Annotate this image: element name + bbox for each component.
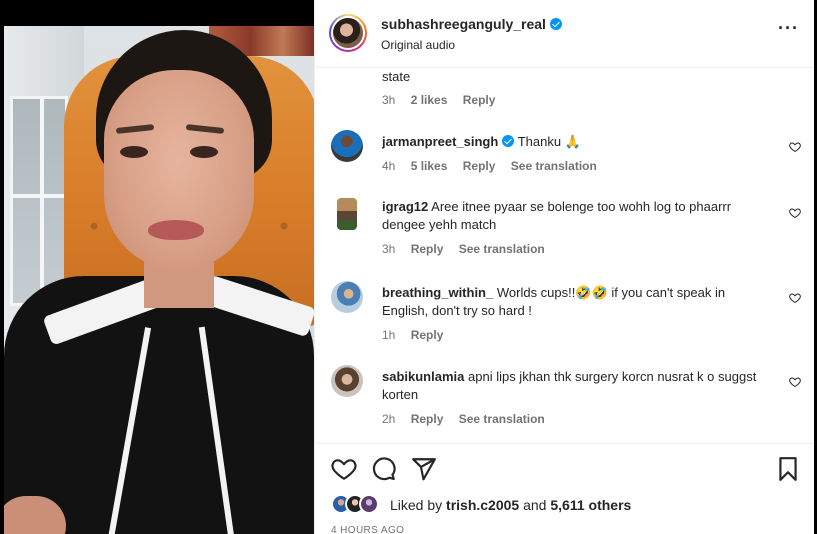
post-side-panel: subhashreeganguly_real Original audio ··… bbox=[314, 0, 815, 534]
post-timestamp[interactable]: 4 HOURS AGO bbox=[331, 525, 404, 534]
comment-time: 4h bbox=[382, 159, 396, 173]
liked-by-user-link[interactable]: trish.c2005 bbox=[446, 497, 519, 513]
comment-time: 3h bbox=[382, 242, 396, 256]
commenter-username[interactable]: sabikunlamia bbox=[382, 369, 464, 384]
post-actions-bar bbox=[315, 443, 815, 493]
video-background-window bbox=[10, 96, 68, 306]
comment-text: igrag12 Aree itnee pyaar se bolenge too … bbox=[382, 198, 757, 234]
comment-body: Aree itnee pyaar se bolenge too wohh log… bbox=[382, 199, 732, 232]
author-avatar-image bbox=[331, 16, 365, 50]
author-username-text[interactable]: subhashreeganguly_real bbox=[381, 16, 546, 32]
author-avatar[interactable] bbox=[329, 14, 367, 52]
author-username[interactable]: subhashreeganguly_real bbox=[381, 16, 562, 32]
comment-like-heart-icon[interactable] bbox=[789, 207, 801, 219]
comment-text: breathing_within_ Worlds cups!!🤣🤣 if you… bbox=[382, 284, 757, 320]
likes-summary: Liked by trish.c2005 and 5,611 others bbox=[331, 494, 801, 516]
video-person-eye bbox=[120, 146, 148, 158]
share-icon[interactable] bbox=[411, 456, 437, 482]
commenter-username[interactable]: jarmanpreet_singh bbox=[382, 134, 498, 149]
comment-body: Thanku 🙏 bbox=[517, 134, 581, 149]
video-person-face bbox=[104, 70, 254, 270]
commenter-avatar[interactable] bbox=[331, 281, 363, 313]
post-header: subhashreeganguly_real Original audio ··… bbox=[315, 0, 815, 68]
comment-likes-count[interactable]: 5 likes bbox=[411, 159, 448, 173]
see-translation-button[interactable]: See translation bbox=[511, 159, 597, 173]
liker-avatar[interactable] bbox=[359, 494, 379, 514]
comment-likes-count[interactable]: 2 likes bbox=[411, 93, 448, 107]
comment-meta: 1h Reply bbox=[382, 328, 455, 342]
comment-meta: 4h 5 likes Reply See translation bbox=[382, 159, 609, 173]
commenter-avatar[interactable] bbox=[337, 198, 357, 230]
comment-reply-button[interactable]: Reply bbox=[463, 159, 496, 173]
likes-connector: and bbox=[523, 497, 547, 513]
comment-reply-button[interactable]: Reply bbox=[411, 328, 444, 342]
comment-text: jarmanpreet_singh Thanku 🙏 bbox=[382, 133, 757, 151]
video-person-eye bbox=[190, 146, 218, 158]
comment-text: sabikunlamia apni lips jkhan thk surgery… bbox=[382, 368, 757, 404]
comments-list[interactable]: state 3h 2 likes Reply jarmanpreet_singh… bbox=[315, 68, 815, 443]
comment-meta: 2h Reply See translation bbox=[382, 412, 557, 426]
see-translation-button[interactable]: See translation bbox=[459, 412, 545, 426]
post-media[interactable] bbox=[0, 0, 314, 534]
likes-others-link[interactable]: 5,611 others bbox=[550, 497, 631, 513]
comment-time: 3h bbox=[382, 93, 396, 107]
comment-time: 1h bbox=[382, 328, 396, 342]
comment-like-heart-icon[interactable] bbox=[789, 376, 801, 388]
comment-reply-button[interactable]: Reply bbox=[463, 93, 496, 107]
comment-reply-button[interactable]: Reply bbox=[411, 412, 444, 426]
video-person-lips bbox=[148, 220, 204, 240]
verified-badge-icon bbox=[549, 18, 562, 30]
likes-text: Liked by trish.c2005 and 5,611 others bbox=[390, 497, 631, 513]
audio-label[interactable]: Original audio bbox=[381, 38, 455, 52]
more-options-icon[interactable]: ··· bbox=[778, 19, 799, 37]
comment-text: state bbox=[382, 68, 757, 86]
comment-reply-button[interactable]: Reply bbox=[411, 242, 444, 256]
comment-meta: 3h Reply See translation bbox=[382, 242, 557, 256]
commenter-username[interactable]: igrag12 bbox=[382, 199, 428, 214]
commenter-username[interactable]: breathing_within_ bbox=[382, 285, 493, 300]
comment-time: 2h bbox=[382, 412, 396, 426]
commenter-avatar[interactable] bbox=[331, 365, 363, 397]
comment-like-heart-icon[interactable] bbox=[789, 292, 801, 304]
comment-icon[interactable] bbox=[371, 456, 397, 482]
heart-icon[interactable] bbox=[331, 456, 357, 482]
see-translation-button[interactable]: See translation bbox=[459, 242, 545, 256]
comment-meta: 3h 2 likes Reply bbox=[382, 93, 507, 107]
comment-body: state bbox=[382, 69, 411, 84]
reel-video[interactable] bbox=[4, 26, 314, 534]
verified-badge-icon bbox=[502, 135, 515, 147]
likes-prefix: Liked by bbox=[390, 497, 443, 513]
bookmark-icon[interactable] bbox=[775, 456, 801, 482]
comment-like-heart-icon[interactable] bbox=[789, 141, 801, 153]
commenter-avatar[interactable] bbox=[331, 130, 363, 162]
